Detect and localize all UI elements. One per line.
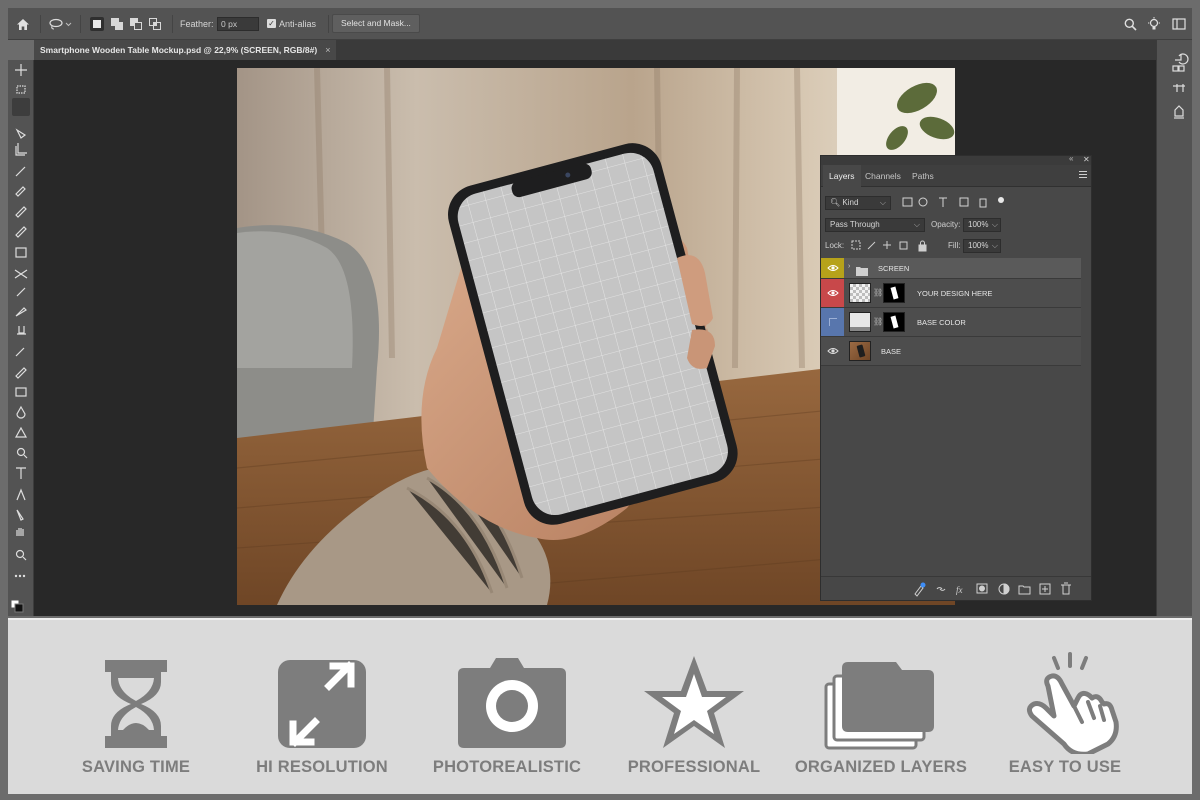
search-icon[interactable] (1120, 8, 1140, 40)
tools-panel (8, 60, 34, 616)
feature-label: ORGANIZED LAYERS (794, 758, 968, 776)
filter-kind-select[interactable]: 🔍︎ Kind ⌵ (825, 196, 891, 210)
visibility-toggle-empty[interactable] (821, 308, 844, 336)
star-icon (644, 656, 744, 748)
fill-value: 100% (968, 241, 989, 250)
separator (80, 15, 81, 33)
layer-action-icons[interactable]: fx (909, 581, 1089, 597)
document-tab-bar: Smartphone Wooden Table Mockup.psd @ 22,… (34, 40, 1156, 60)
hourglass-icon (105, 660, 167, 748)
opacity-label: Opacity: (931, 220, 961, 229)
visibility-eye-icon[interactable] (821, 337, 844, 365)
panel-tabs: Layers Channels Paths (821, 165, 1091, 187)
intersect-selection-icon[interactable] (148, 17, 162, 31)
layer-name: SCREEN (878, 264, 910, 273)
feature-label: PHOTOREALISTIC (432, 758, 582, 776)
workspace-icon[interactable] (1168, 8, 1190, 40)
feature-hi-resolution: HI RESOLUTION (227, 644, 417, 784)
antialias-label: Anti-alias (279, 19, 317, 29)
feather-label: Feather: (180, 19, 214, 29)
feature-label: SAVING TIME (81, 758, 191, 776)
feature-easy-to-use: EASY TO USE (970, 644, 1160, 784)
feature-label: HI RESOLUTION (256, 758, 388, 776)
layers-panel: « ✕ Layers Channels Paths 🔍︎ Kind ⌵ Pass… (820, 154, 1092, 601)
filter-kind-label: Kind (842, 198, 859, 207)
layer-row-base[interactable]: BASE (821, 337, 1081, 366)
visibility-eye-icon[interactable] (821, 279, 844, 307)
color-fill-thumbnail (849, 312, 871, 332)
frame: Feather: 0 px ✓ Anti-alias Select and Ma… (0, 0, 1200, 800)
tab-layers[interactable]: Layers (823, 165, 861, 187)
layer-row-your-design[interactable]: ⛓︎ YOUR DESIGN HERE (821, 279, 1081, 308)
chevron-down-icon: ⌵ (991, 220, 998, 229)
filter-type-icons[interactable] (901, 196, 1011, 210)
feature-photorealistic: PHOTOREALISTIC (412, 644, 602, 784)
fill-label: Fill: (948, 241, 961, 250)
separator (40, 15, 41, 33)
dock-icons (1172, 53, 1189, 119)
expand-arrows-icon (278, 660, 366, 748)
subtract-from-selection-icon[interactable] (129, 17, 143, 31)
layer-name: BASE COLOR (917, 318, 966, 327)
feature-professional: PROFESSIONAL (599, 644, 789, 784)
feature-organized-layers: ORGANIZED LAYERS (786, 644, 976, 784)
select-and-mask-button[interactable]: Select and Mask... (332, 14, 420, 33)
lasso-tool-button[interactable] (12, 98, 30, 116)
tap-hand-icon (1026, 652, 1119, 754)
expand-arrow-icon[interactable]: › (848, 263, 850, 270)
tab-paths[interactable]: Paths (906, 165, 940, 187)
blend-mode-value: Pass Through (830, 220, 880, 229)
smart-object-thumbnail (849, 283, 871, 303)
home-icon[interactable] (12, 8, 34, 40)
opacity-value: 100% (968, 220, 989, 229)
folders-icon (824, 662, 934, 750)
layer-row-screen[interactable]: › SCREEN (821, 258, 1081, 279)
feature-label: EASY TO USE (1008, 758, 1122, 776)
blend-mode-select[interactable]: Pass Through ⌵ (825, 218, 925, 232)
feature-label: PROFESSIONAL (627, 758, 761, 776)
separator (328, 15, 329, 33)
chevron-down-icon: ⌵ (879, 198, 886, 207)
svg-text:fx: fx (956, 585, 963, 595)
separator (172, 15, 173, 33)
panel-footer: fx (821, 576, 1091, 600)
layer-mask-thumbnail[interactable] (883, 283, 905, 303)
collapse-panel-icon[interactable]: « (1069, 154, 1073, 163)
filter-search-icon: 🔍︎ (830, 198, 841, 207)
layer-name: YOUR DESIGN HERE (917, 289, 993, 298)
panel-menu-icon[interactable] (1079, 171, 1087, 179)
document-tab[interactable]: Smartphone Wooden Table Mockup.psd @ 22,… (34, 40, 337, 60)
lock-icons[interactable] (851, 240, 931, 252)
feather-input[interactable]: 0 px (217, 17, 259, 31)
feature-saving-time: SAVING TIME (41, 644, 231, 784)
fill-input[interactable]: 100% ⌵ (963, 239, 1001, 253)
panel-header[interactable]: « ✕ (821, 154, 1091, 165)
chain-link-icon[interactable]: ⛓︎ (873, 288, 883, 297)
image-thumbnail (849, 341, 871, 361)
lock-label: Lock: (825, 241, 845, 250)
close-tab-icon[interactable]: × (325, 40, 330, 60)
chevron-down-icon: ⌵ (991, 241, 998, 250)
opacity-input[interactable]: 100% ⌵ (963, 218, 1001, 232)
lasso-tool-preset-icon[interactable] (46, 8, 74, 40)
chain-link-icon[interactable]: ⛓︎ (873, 317, 883, 326)
layer-mask-thumbnail[interactable] (883, 312, 905, 332)
new-selection-icon[interactable] (90, 17, 104, 31)
layers-list: › SCREEN ⛓︎ YOUR DESIGN HERE ⛓︎ BASE COL… (821, 258, 1091, 576)
chevron-down-icon: ⌵ (913, 220, 920, 229)
document-title: Smartphone Wooden Table Mockup.psd @ 22,… (40, 45, 318, 55)
options-bar: Feather: 0 px ✓ Anti-alias Select and Ma… (8, 8, 1192, 40)
visibility-eye-icon[interactable] (821, 258, 844, 278)
features-strip: SAVING TIME HI RESOLUTION PHOTOREALISTIC (8, 618, 1192, 794)
layer-name: BASE (881, 347, 902, 356)
close-panel-icon[interactable]: ✕ (1083, 155, 1090, 164)
discover-bulb-icon[interactable] (1144, 8, 1164, 40)
layer-row-base-color[interactable]: ⛓︎ BASE COLOR (821, 308, 1081, 337)
tab-channels[interactable]: Channels (859, 165, 907, 187)
tool-icons (10, 64, 28, 613)
antialias-checkbox[interactable]: ✓ (267, 19, 276, 28)
camera-icon (458, 658, 566, 748)
add-to-selection-icon[interactable] (110, 17, 124, 31)
right-dock (1156, 40, 1192, 616)
